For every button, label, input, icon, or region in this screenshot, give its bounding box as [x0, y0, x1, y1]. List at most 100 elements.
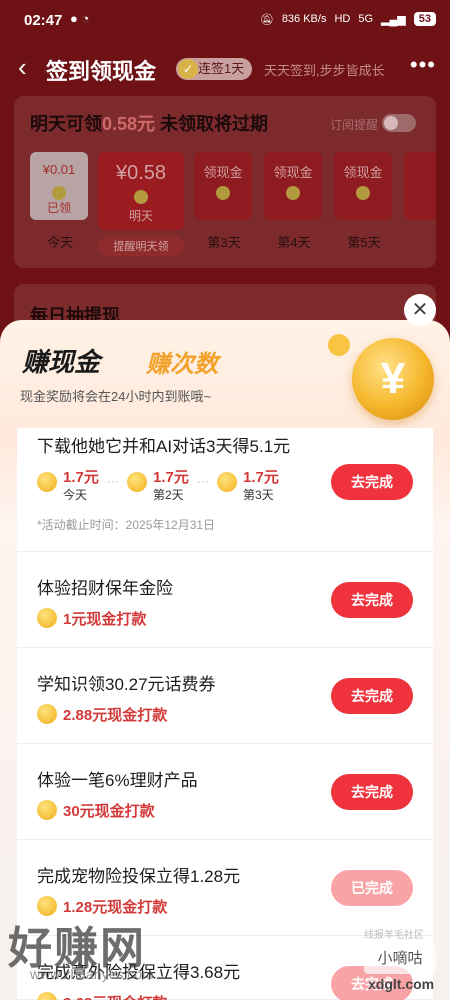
seal-icon	[216, 186, 230, 200]
reward-text: 2.88元现金打款	[63, 706, 168, 724]
tab-earn-chances[interactable]: 赚次数	[146, 344, 218, 379]
headline-prefix: 明天可领	[30, 114, 102, 134]
day-6-partial[interactable]	[404, 152, 436, 220]
step-amount: 1.7元	[153, 469, 189, 486]
red-envelope: 领现金	[264, 152, 322, 220]
back-icon[interactable]: ‹	[18, 52, 27, 83]
headline-suffix: 未领取将过期	[155, 114, 269, 134]
close-icon[interactable]: ✕	[404, 294, 436, 326]
seal-icon	[52, 186, 66, 200]
yuan-coin-icon: ¥	[352, 338, 434, 420]
step-label: 今天	[63, 488, 88, 502]
coin-icon	[37, 800, 57, 820]
mute-icon: 🔕︎	[259, 13, 274, 26]
net-speed: 836 KB/s	[281, 13, 327, 25]
checkin-card: 明天可领0.58元 未领取将过期 订阅提醒 ¥0.01 已领 今天 ¥0.58 …	[14, 96, 436, 268]
step-label: 第2天	[153, 488, 184, 502]
task-item: 学知识领30.27元话费券 2.88元现金打款 去完成	[17, 648, 433, 744]
signal-label: 5G	[358, 13, 374, 25]
sheet-desc: 现金奖励将会在24小时内到账哦~	[20, 389, 212, 404]
task-reward: 1元现金打款	[37, 606, 146, 630]
remind-tomorrow-pill[interactable]: 提醒明天领	[98, 236, 184, 256]
check-icon: ✓	[178, 59, 198, 79]
complete-button[interactable]: 去完成	[331, 774, 413, 810]
coin-icon	[127, 472, 147, 492]
task-steps: 1.7元 今天 ··· 1.7元 第2天 ··· 1.7元 第3天	[37, 466, 297, 506]
task-reward: 3.68元现金打款	[37, 990, 167, 1000]
more-icon[interactable]: •••	[410, 52, 436, 78]
complete-button[interactable]: 去完成	[331, 582, 413, 618]
day-label: 第5天	[347, 235, 381, 250]
nav-bar: ‹ 签到领现金 ✓ 连签1天 天天签到,步步皆成长 •••	[0, 50, 450, 86]
envelope-sub: 已领	[46, 201, 71, 215]
task-title: 学知识领30.27元话费券	[37, 675, 216, 694]
red-envelope: ¥0.58 明天	[98, 152, 184, 230]
tab-earn-cash[interactable]: 赚现金	[22, 342, 101, 379]
coin-icon	[37, 472, 57, 492]
watermark-tiny: 线报羊毛社区	[364, 930, 424, 941]
task-title: 体验招财保年金险	[37, 579, 173, 598]
complete-button[interactable]: 去完成	[331, 464, 413, 500]
envelope-amount: ¥0.01	[42, 162, 76, 177]
day-3[interactable]: 领现金 第3天	[194, 152, 254, 251]
day-label: 第4天	[277, 235, 311, 250]
task-item: 体验招财保年金险 1元现金打款 去完成	[17, 552, 433, 648]
coin-icon	[217, 472, 237, 492]
step-amount: 1.7元	[63, 469, 99, 486]
day-label: 今天	[46, 235, 73, 250]
streak-badge: ✓ 连签1天	[176, 58, 253, 80]
day-5[interactable]: 领现金 第5天	[334, 152, 394, 251]
deadline-text: *活动截止时间：2025年12月31日	[37, 518, 216, 532]
task-item: 下载他她它并和AI对话3天得5.1元 1.7元 今天 ··· 1.7元 第2天 …	[17, 428, 433, 552]
red-envelope: 领现金	[334, 152, 392, 220]
streak-label: 连签1天	[198, 61, 245, 76]
seal-icon	[134, 190, 148, 204]
red-envelope: ¥0.01 已领	[30, 152, 88, 220]
envelope-amount: ¥0.58	[115, 162, 167, 184]
remind-toggle[interactable]	[382, 114, 416, 132]
envelope-sub: 明天	[128, 209, 153, 223]
step-amount: 1.7元	[243, 469, 279, 486]
task-reward: 2.88元现金打款	[37, 702, 167, 726]
red-envelope	[404, 152, 436, 220]
status-bar: 02:47 ● ◔ 🔕︎ 836 KB/s HD 5G ▂▄▆ 53	[0, 0, 450, 44]
hd-badge: HD	[334, 13, 351, 25]
remind-label: 订阅提醒	[329, 118, 378, 132]
step-divider: ···	[107, 474, 119, 488]
reward-text: 30元现金打款	[63, 802, 155, 820]
status-time: 02:47	[24, 12, 63, 29]
task-title: 下载他她它并和AI对话3天得5.1元	[37, 437, 291, 456]
status-right: 🔕︎ 836 KB/s HD 5G ▂▄▆ 53	[260, 12, 436, 26]
watermark-right-url: xdglt.com	[368, 976, 435, 992]
coin-icon	[37, 992, 57, 1000]
coin-icon	[37, 704, 57, 724]
notification-icons: ● ◔	[70, 11, 90, 26]
battery-badge: 53	[413, 12, 436, 26]
red-envelope: 领现金	[194, 152, 252, 220]
seal-icon	[356, 186, 370, 200]
step-item: 1.7元 第3天	[217, 466, 303, 506]
envelope-amount: 领现金	[343, 165, 383, 180]
complete-button[interactable]: 去完成	[331, 678, 413, 714]
coin-icon	[328, 334, 350, 356]
earn-cash-sheet: ¥ 赚现金 赚次数 现金奖励将会在24小时内到账哦~ 下载他她它并和AI对话3天…	[0, 320, 450, 1000]
reward-text: 1元现金打款	[63, 610, 147, 628]
task-item: 体验一笔6%理财产品 30元现金打款 去完成	[17, 744, 433, 840]
seal-icon	[286, 186, 300, 200]
step-label: 第3天	[243, 488, 274, 502]
watermark-url: www.zhuanyes.com	[30, 966, 154, 982]
envelope-amount: 领现金	[203, 165, 243, 180]
watermark-right: 小嘀咕	[364, 944, 436, 974]
nav-slogan: 天天签到,步步皆成长	[264, 63, 385, 78]
checkin-headline: 明天可领0.58元 未领取将过期	[30, 110, 268, 136]
completed-button[interactable]: 已完成	[331, 870, 413, 906]
checkin-days: ¥0.01 已领 今天 ¥0.58 明天 提醒明天领 领现金 第3天 领现金 第…	[30, 152, 436, 262]
task-title: 体验一笔6%理财产品	[37, 771, 198, 790]
envelope-amount: 领现金	[273, 165, 313, 180]
reward-text: 3.68元现金打款	[63, 992, 167, 1000]
day-tomorrow[interactable]: ¥0.58 明天 提醒明天领	[98, 152, 184, 256]
headline-amount: 0.58元	[102, 114, 156, 134]
day-4[interactable]: 领现金 第4天	[264, 152, 324, 251]
task-title: 完成宠物险投保立得1.28元	[37, 867, 241, 886]
day-today[interactable]: ¥0.01 已领 今天	[30, 152, 90, 251]
